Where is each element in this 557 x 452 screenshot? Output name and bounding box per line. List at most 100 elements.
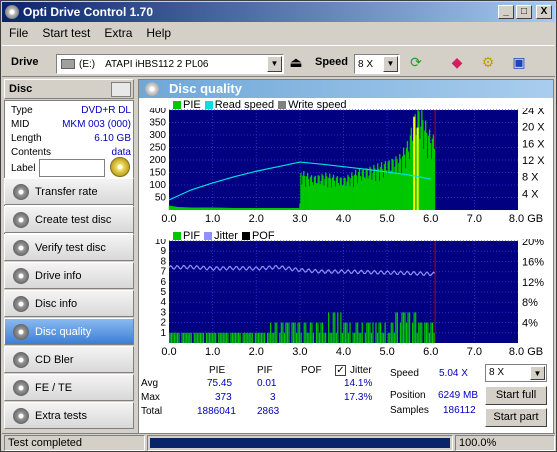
y-tick-label: 400	[149, 108, 166, 116]
start-part-button[interactable]: Start part	[485, 408, 547, 427]
y-tick-label: 250	[149, 143, 166, 154]
x-tick-label: 4.0	[336, 346, 351, 358]
x-tick-label: 5.0	[379, 213, 394, 225]
menu-help[interactable]: Help	[139, 26, 178, 40]
y-right-tick-label: 20%	[522, 239, 544, 248]
nav-label: Extra tests	[35, 409, 87, 422]
nav-verify-test-disc[interactable]: Verify test disc	[4, 234, 134, 261]
stats-header-pof: POF	[301, 365, 322, 376]
stats-max-pif: 3	[270, 392, 276, 403]
status-bar: Test completed 100.0%	[2, 433, 555, 451]
panel-toggle-button[interactable]	[111, 82, 131, 97]
nav-label: Create test disc	[35, 213, 112, 226]
disc-icon	[13, 379, 29, 396]
chevron-down-icon[interactable]: ▼	[267, 56, 282, 72]
info-label: Type	[11, 105, 33, 116]
nav-create-test-disc[interactable]: Create test disc	[4, 206, 134, 233]
save-icon[interactable]: ▣	[507, 50, 531, 74]
close-button[interactable]: X	[536, 5, 552, 19]
info-label: MID	[11, 119, 30, 130]
refresh-icon[interactable]: ⟳	[404, 50, 428, 74]
maximize-button[interactable]: □	[516, 5, 532, 19]
app-window: Opti Drive Control 1.70 _ □ X File Start…	[0, 0, 557, 452]
nav-label: Drive info	[35, 269, 82, 282]
info-value: 6.10 GB	[94, 133, 131, 144]
y-tick-label: 50	[155, 193, 167, 204]
nav-cd-bler[interactable]: CD Bler	[4, 346, 134, 373]
x-tick-label: 5.0	[379, 346, 394, 358]
disc-icon	[13, 211, 29, 228]
main-header: Disc quality	[139, 80, 553, 98]
stats-header-pif: PIF	[257, 365, 273, 376]
menu-bar: File Start test Extra Help	[2, 23, 555, 42]
y-right-tick-label: 16 X	[522, 138, 545, 150]
speed-stat-value: 5.04 X	[439, 368, 468, 379]
nav-fe-te[interactable]: FE / TE	[4, 374, 134, 401]
x-tick-label: 1.0	[205, 213, 220, 225]
jitter-checkbox[interactable]: ✓	[335, 365, 346, 376]
nav-disc-info[interactable]: Disc info	[4, 290, 134, 317]
settings-icon[interactable]: ⚙	[476, 50, 500, 74]
chevron-down-icon[interactable]: ▼	[383, 56, 398, 72]
samples-label: Samples	[390, 405, 429, 416]
stats-total-pie: 1886041	[197, 406, 236, 417]
info-contents: Contents data	[11, 147, 131, 158]
disc-icon	[13, 323, 29, 340]
eject-icon[interactable]: ⏏	[284, 50, 308, 74]
stats-avg-pif: 0.01	[257, 378, 277, 389]
y-tick-label: 200	[149, 155, 166, 166]
menu-extra[interactable]: Extra	[97, 26, 139, 40]
progress-bar	[147, 435, 453, 451]
main-title: Disc quality	[169, 81, 242, 96]
stats-avg-pie: 75.45	[207, 378, 233, 389]
info-label: Length	[11, 133, 42, 144]
stats-row-label: Avg	[141, 378, 159, 389]
x-tick-label: 2.0	[249, 346, 264, 358]
disc-label-icon[interactable]	[110, 157, 130, 177]
speed-select[interactable]: 8 X ▼	[354, 54, 400, 74]
test-speed-select[interactable]: 8 X ▼	[485, 364, 547, 382]
info-mid: MID MKM 003 (000)	[11, 119, 131, 130]
x-tick-label: 7.0	[467, 346, 482, 358]
nav-label: Disc quality	[35, 325, 92, 338]
nav-label: Verify test disc	[35, 241, 106, 254]
y-tick-label: 300	[149, 130, 166, 141]
eraser-icon[interactable]: ◆	[445, 50, 469, 74]
drive-letter: (E:)	[79, 58, 96, 70]
nav-drive-info[interactable]: Drive info	[4, 262, 134, 289]
nav-extra-tests[interactable]: Extra tests	[4, 402, 134, 429]
minimize-button[interactable]: _	[498, 5, 514, 19]
disc-icon	[13, 267, 29, 284]
menu-file[interactable]: File	[2, 26, 35, 40]
drive-label: Drive	[11, 56, 39, 68]
x-tick-label: 0.0	[161, 346, 176, 358]
status-text: Test completed	[4, 435, 145, 451]
stats-panel: PIE PIF POF ✓ Jitter Avg 75.45 0.01 14.1…	[139, 363, 553, 433]
info-type: Type DVD+R DL	[11, 105, 131, 116]
stats-row-label: Max	[141, 392, 160, 403]
y-right-tick-label: 4 X	[522, 188, 539, 200]
drive-select[interactable]: (E:) ATAPI iHBS112 2 PL06 ▼	[56, 54, 284, 74]
speed-stat-label: Speed	[390, 368, 419, 379]
disc-quality-icon	[145, 82, 159, 96]
y-right-tick-label: 20 X	[522, 122, 545, 134]
pie-chart: 400 350300 250200 150100 50 24 X 20 X 16 X 12 X 8…	[149, 108, 545, 225]
start-full-button[interactable]: Start full	[485, 386, 547, 405]
menu-start-test[interactable]: Start test	[35, 26, 97, 40]
x-tick-label: 8.0 GB	[509, 346, 543, 358]
nav-disc-quality[interactable]: Disc quality	[4, 318, 134, 345]
disc-icon	[13, 407, 29, 424]
test-speed-value: 8 X	[489, 367, 505, 378]
stats-header-pie: PIE	[209, 365, 226, 376]
x-tick-label: 3.0	[292, 213, 307, 225]
sidebar: Disc Type DVD+R DL MID MKM 003 (000) Lengt…	[4, 79, 134, 433]
nav-label: FE / TE	[35, 381, 73, 394]
speed-label: Speed	[315, 56, 349, 68]
disc-icon	[13, 295, 29, 312]
disc-icon	[13, 239, 29, 256]
nav-transfer-rate[interactable]: Transfer rate	[4, 178, 134, 205]
info-label: Label	[11, 163, 36, 174]
stats-max-jitter: 17.3%	[344, 392, 373, 403]
chevron-down-icon[interactable]: ▼	[530, 366, 545, 380]
label-input[interactable]	[39, 159, 105, 177]
